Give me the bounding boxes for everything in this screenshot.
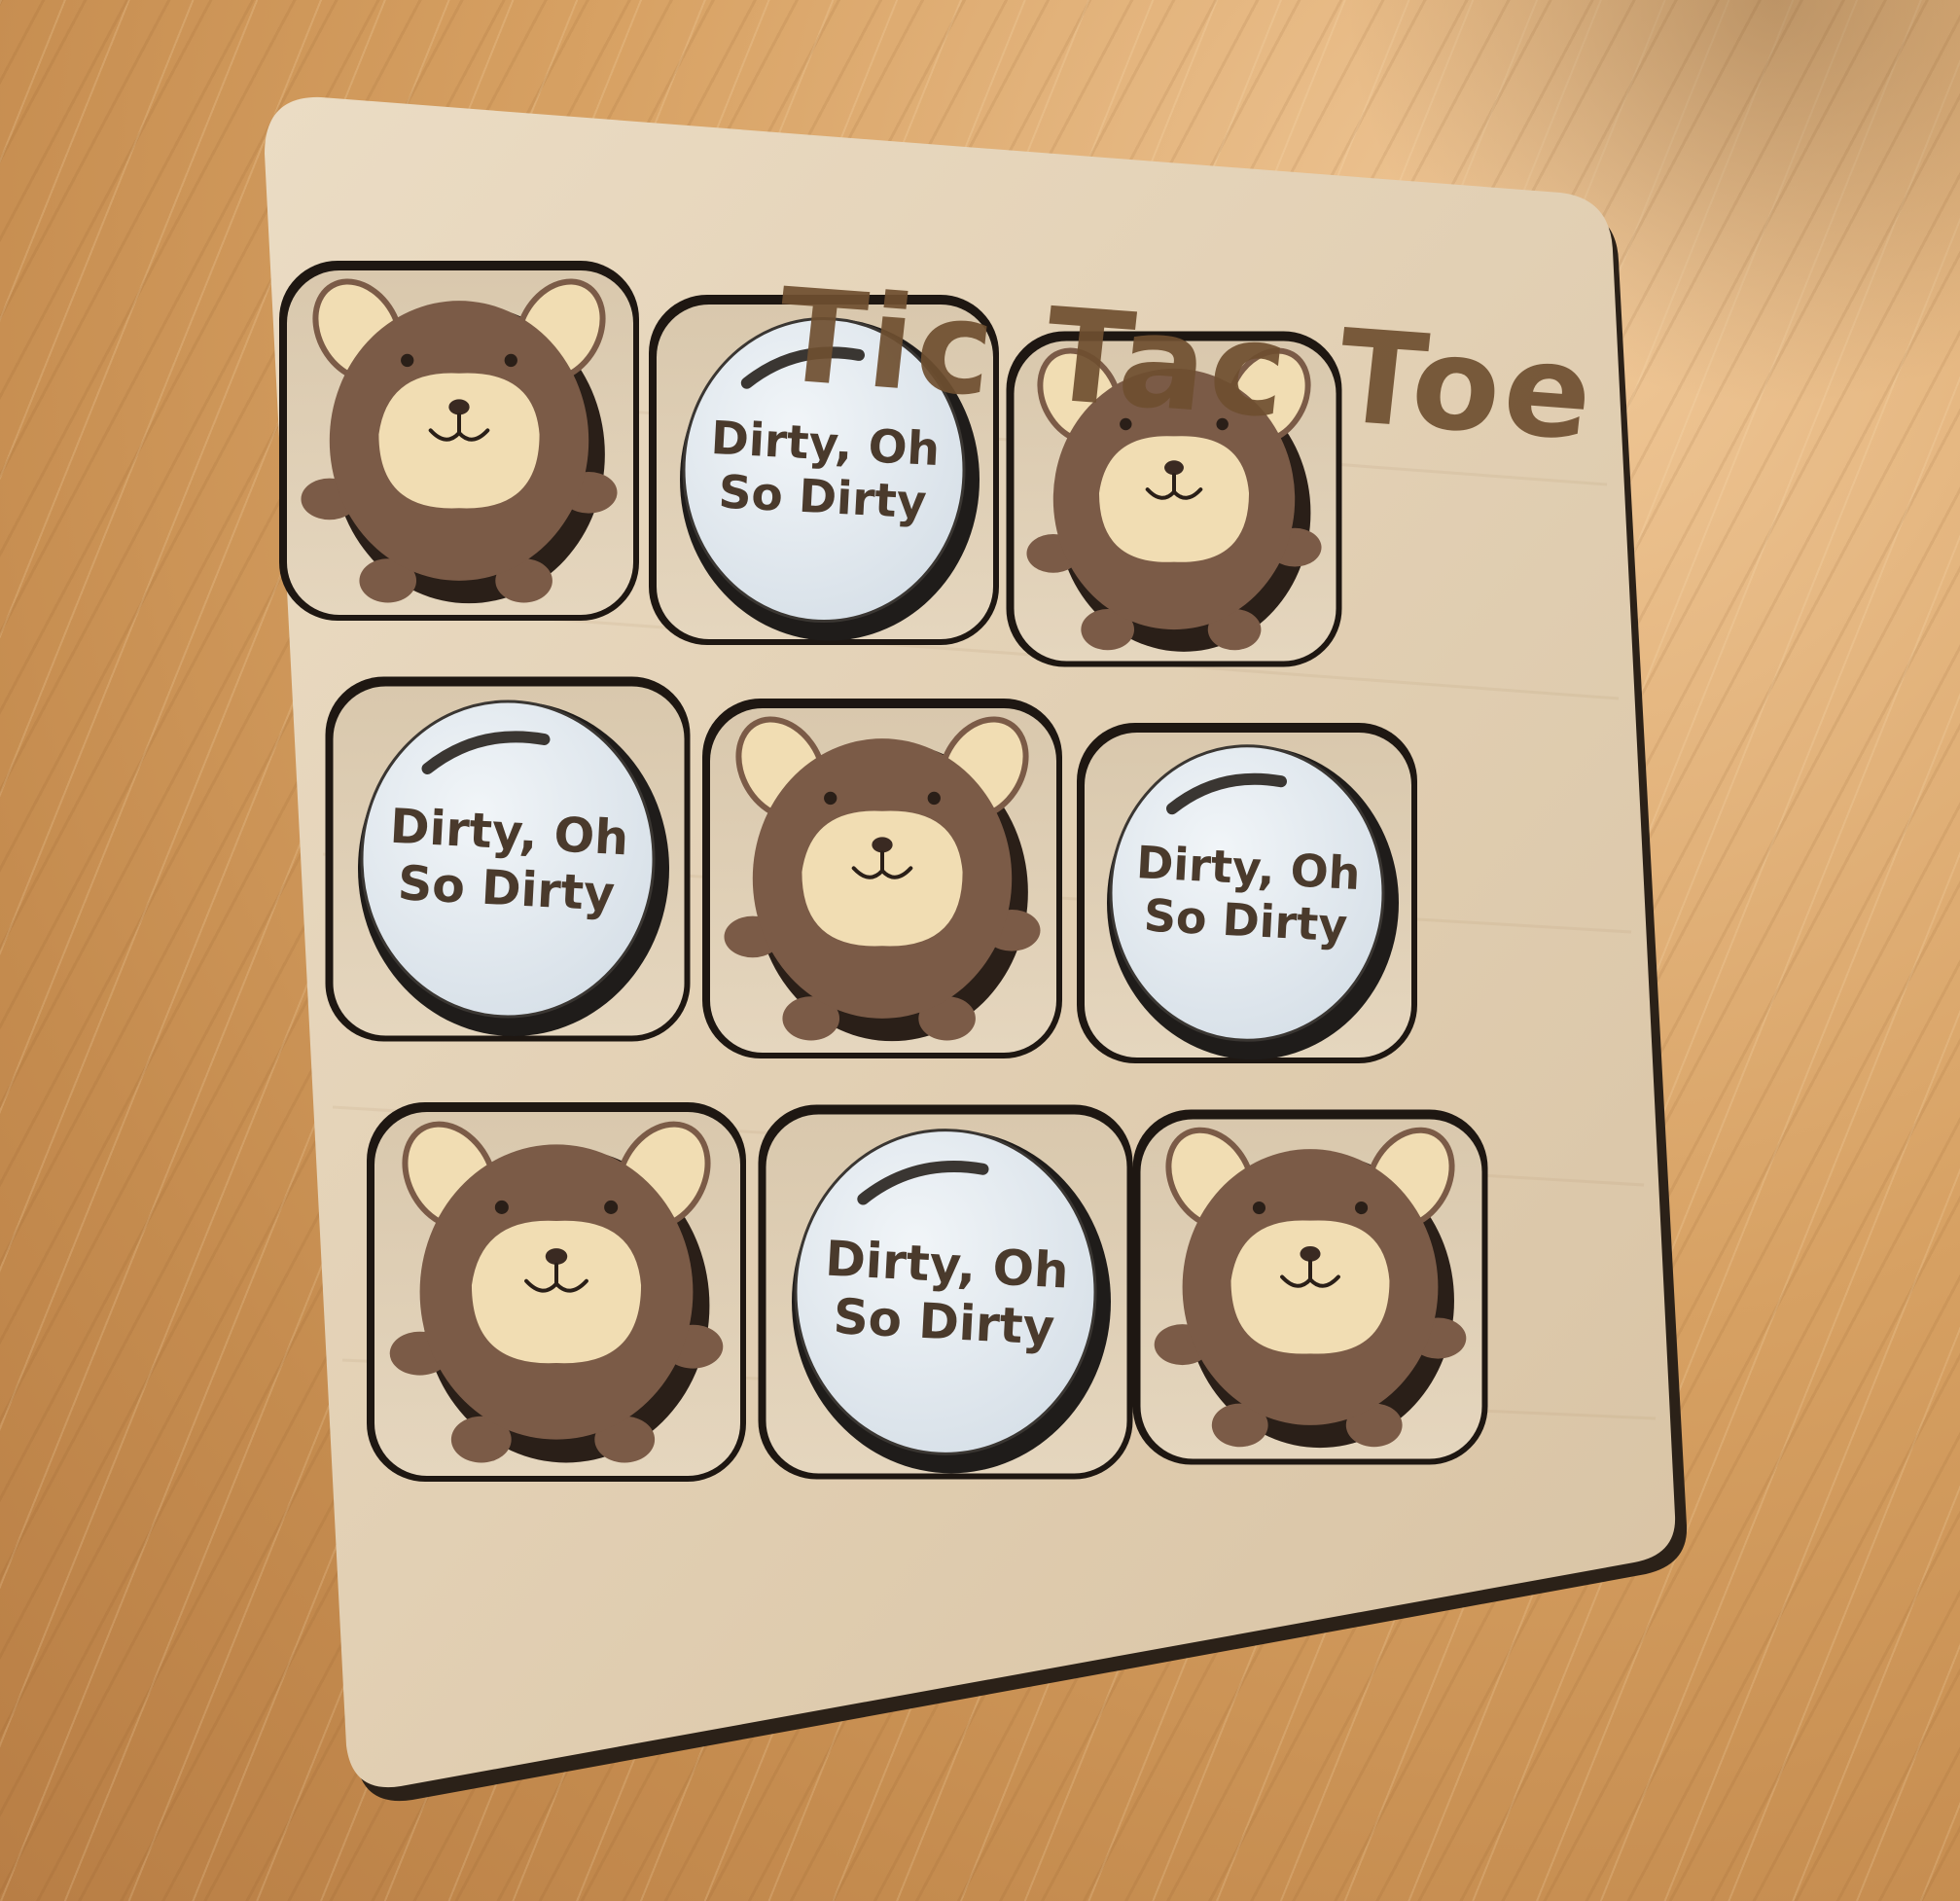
cell-3-1[interactable] xyxy=(367,1102,746,1482)
bubble-label: Dirty, Oh So Dirty xyxy=(359,797,657,924)
bear-face xyxy=(1098,436,1250,562)
bear-face xyxy=(1230,1220,1390,1354)
bubble-label: Dirty, Oh So Dirty xyxy=(793,1229,1098,1359)
cell-3-3[interactable] xyxy=(1132,1109,1488,1465)
bear-face xyxy=(471,1220,642,1364)
bear-eye-left xyxy=(401,353,414,368)
bubble-label: Dirty, Oh So Dirty xyxy=(1108,835,1385,954)
bear-nose xyxy=(872,837,893,853)
bear-face xyxy=(378,373,540,509)
cell-1-1[interactable] xyxy=(279,261,639,621)
bear-nose xyxy=(1300,1245,1321,1262)
bear-eye-left xyxy=(494,1200,509,1214)
bear-nose xyxy=(1164,460,1184,476)
bear-eye-right xyxy=(604,1200,619,1214)
bear-eye-right xyxy=(1354,1201,1369,1215)
bear-eye-left xyxy=(824,791,837,806)
bear-eye-left xyxy=(1252,1201,1266,1215)
cell-2-2[interactable] xyxy=(702,699,1062,1058)
bear-eye-right xyxy=(927,791,941,806)
bear-eye-right xyxy=(504,353,517,368)
bear-nose xyxy=(448,399,470,415)
bear-face xyxy=(802,810,963,947)
tic-tac-toe-board: Tic Tac Toe xyxy=(265,95,1694,1808)
bubble-label: Dirty, Oh So Dirty xyxy=(681,410,966,532)
bear-nose xyxy=(545,1248,568,1265)
